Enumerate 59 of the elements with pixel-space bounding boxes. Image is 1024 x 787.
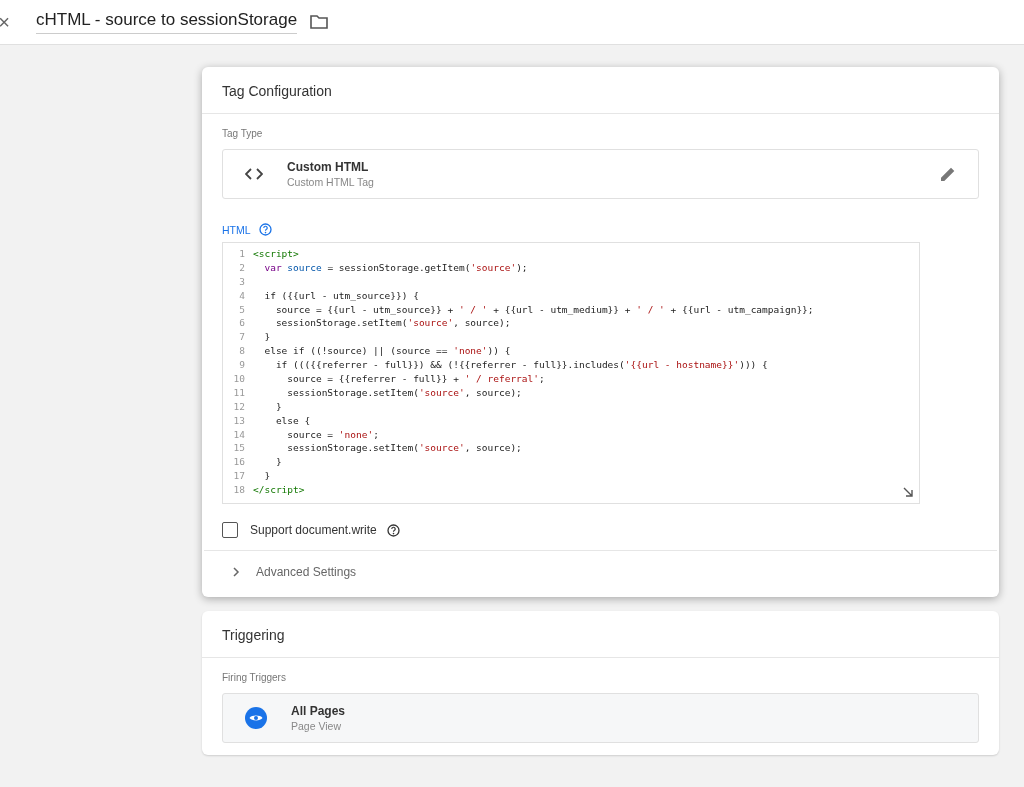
code-line: var source = sessionStorage.getItem('source'); [263, 260, 528, 275]
line-number: 4 [238, 288, 246, 303]
code-line: if ((({{referrer - full}}) && (!{{referrer - full}}.includes('{{url - hostname}}'))) { [274, 358, 768, 372]
resize-arrow-icon[interactable] [903, 487, 913, 497]
code-line: <script> [253, 247, 299, 261]
line-number: 17 [232, 469, 246, 484]
line-number: 5 [238, 302, 246, 317]
line-number: 9 [238, 358, 246, 372]
line-number: 3 [238, 274, 246, 289]
line-number: 16 [232, 455, 246, 470]
line-number: 10 [232, 372, 246, 386]
line-number: 7 [238, 330, 246, 345]
code-line: source = {{referrer - full}} + ' / referral'; [286, 372, 545, 386]
line-number: 14 [232, 427, 246, 442]
line-number: 2 [238, 260, 246, 275]
checkbox-label: Support document.write [250, 523, 377, 537]
code-line: </script> [253, 483, 305, 498]
code-line: sessionStorage.setItem('source', source); [274, 316, 511, 331]
code-editor[interactable] [222, 242, 920, 504]
line-number: 13 [232, 413, 246, 428]
tag-type-label: Tag Type [222, 128, 264, 139]
advanced-settings-toggle[interactable]: Advanced Settings [204, 550, 997, 597]
trigger-type: Page View [291, 720, 342, 732]
tag-type-name: Custom HTML [287, 160, 370, 174]
code-line: } [263, 330, 271, 345]
line-number: 6 [238, 316, 246, 331]
chevron-icon [232, 567, 240, 577]
line-number: 11 [232, 385, 246, 400]
code-line: sessionStorage.setItem('source', source); [286, 385, 522, 400]
close-button[interactable]: × [0, 10, 14, 34]
card-title: Tag Configuration [202, 67, 999, 114]
checkbox[interactable] [222, 522, 238, 538]
html-label: HTML [222, 223, 251, 236]
code-line: source = {{url - utm_source}} + ' / ' + {{url - utm_medium}} + ' / ' + {{url - utm_campaign}}; [274, 302, 814, 317]
tag-name-field[interactable]: cHTML - source to sessionStorage [36, 10, 298, 34]
card-title: Triggering [202, 611, 999, 658]
code-line: if ({{url - utm_source}}) { [263, 288, 419, 303]
line-number: 18 [232, 483, 246, 498]
code-brackets-icon [245, 168, 263, 180]
line-number: 1 [238, 247, 246, 261]
line-number: 12 [232, 399, 246, 414]
edit-pencil-icon[interactable] [940, 166, 956, 182]
firing-triggers-label: Firing Triggers [222, 672, 287, 683]
tag-type-description: Custom HTML Tag [287, 176, 375, 188]
code-line: sessionStorage.setItem('source', source); [286, 441, 522, 456]
code-line: } [274, 455, 282, 470]
trigger-name: All Pages [291, 704, 347, 718]
eye-icon [245, 707, 267, 729]
folder-icon[interactable] [309, 14, 330, 30]
line-number: 15 [232, 441, 246, 456]
tag-type-selector[interactable]: Custom HTML Custom HTML Tag [222, 149, 979, 199]
code-line: else { [274, 413, 311, 428]
code-line: source = 'none'; [286, 427, 379, 442]
trigger-item[interactable]: All Pages Page View [222, 693, 979, 743]
help-icon[interactable] [386, 523, 400, 537]
line-number: 8 [238, 344, 246, 359]
code-line: else if ((!source) || (source == 'none')) { [263, 344, 511, 359]
code-line: } [274, 399, 282, 414]
code-line: } [263, 469, 271, 484]
